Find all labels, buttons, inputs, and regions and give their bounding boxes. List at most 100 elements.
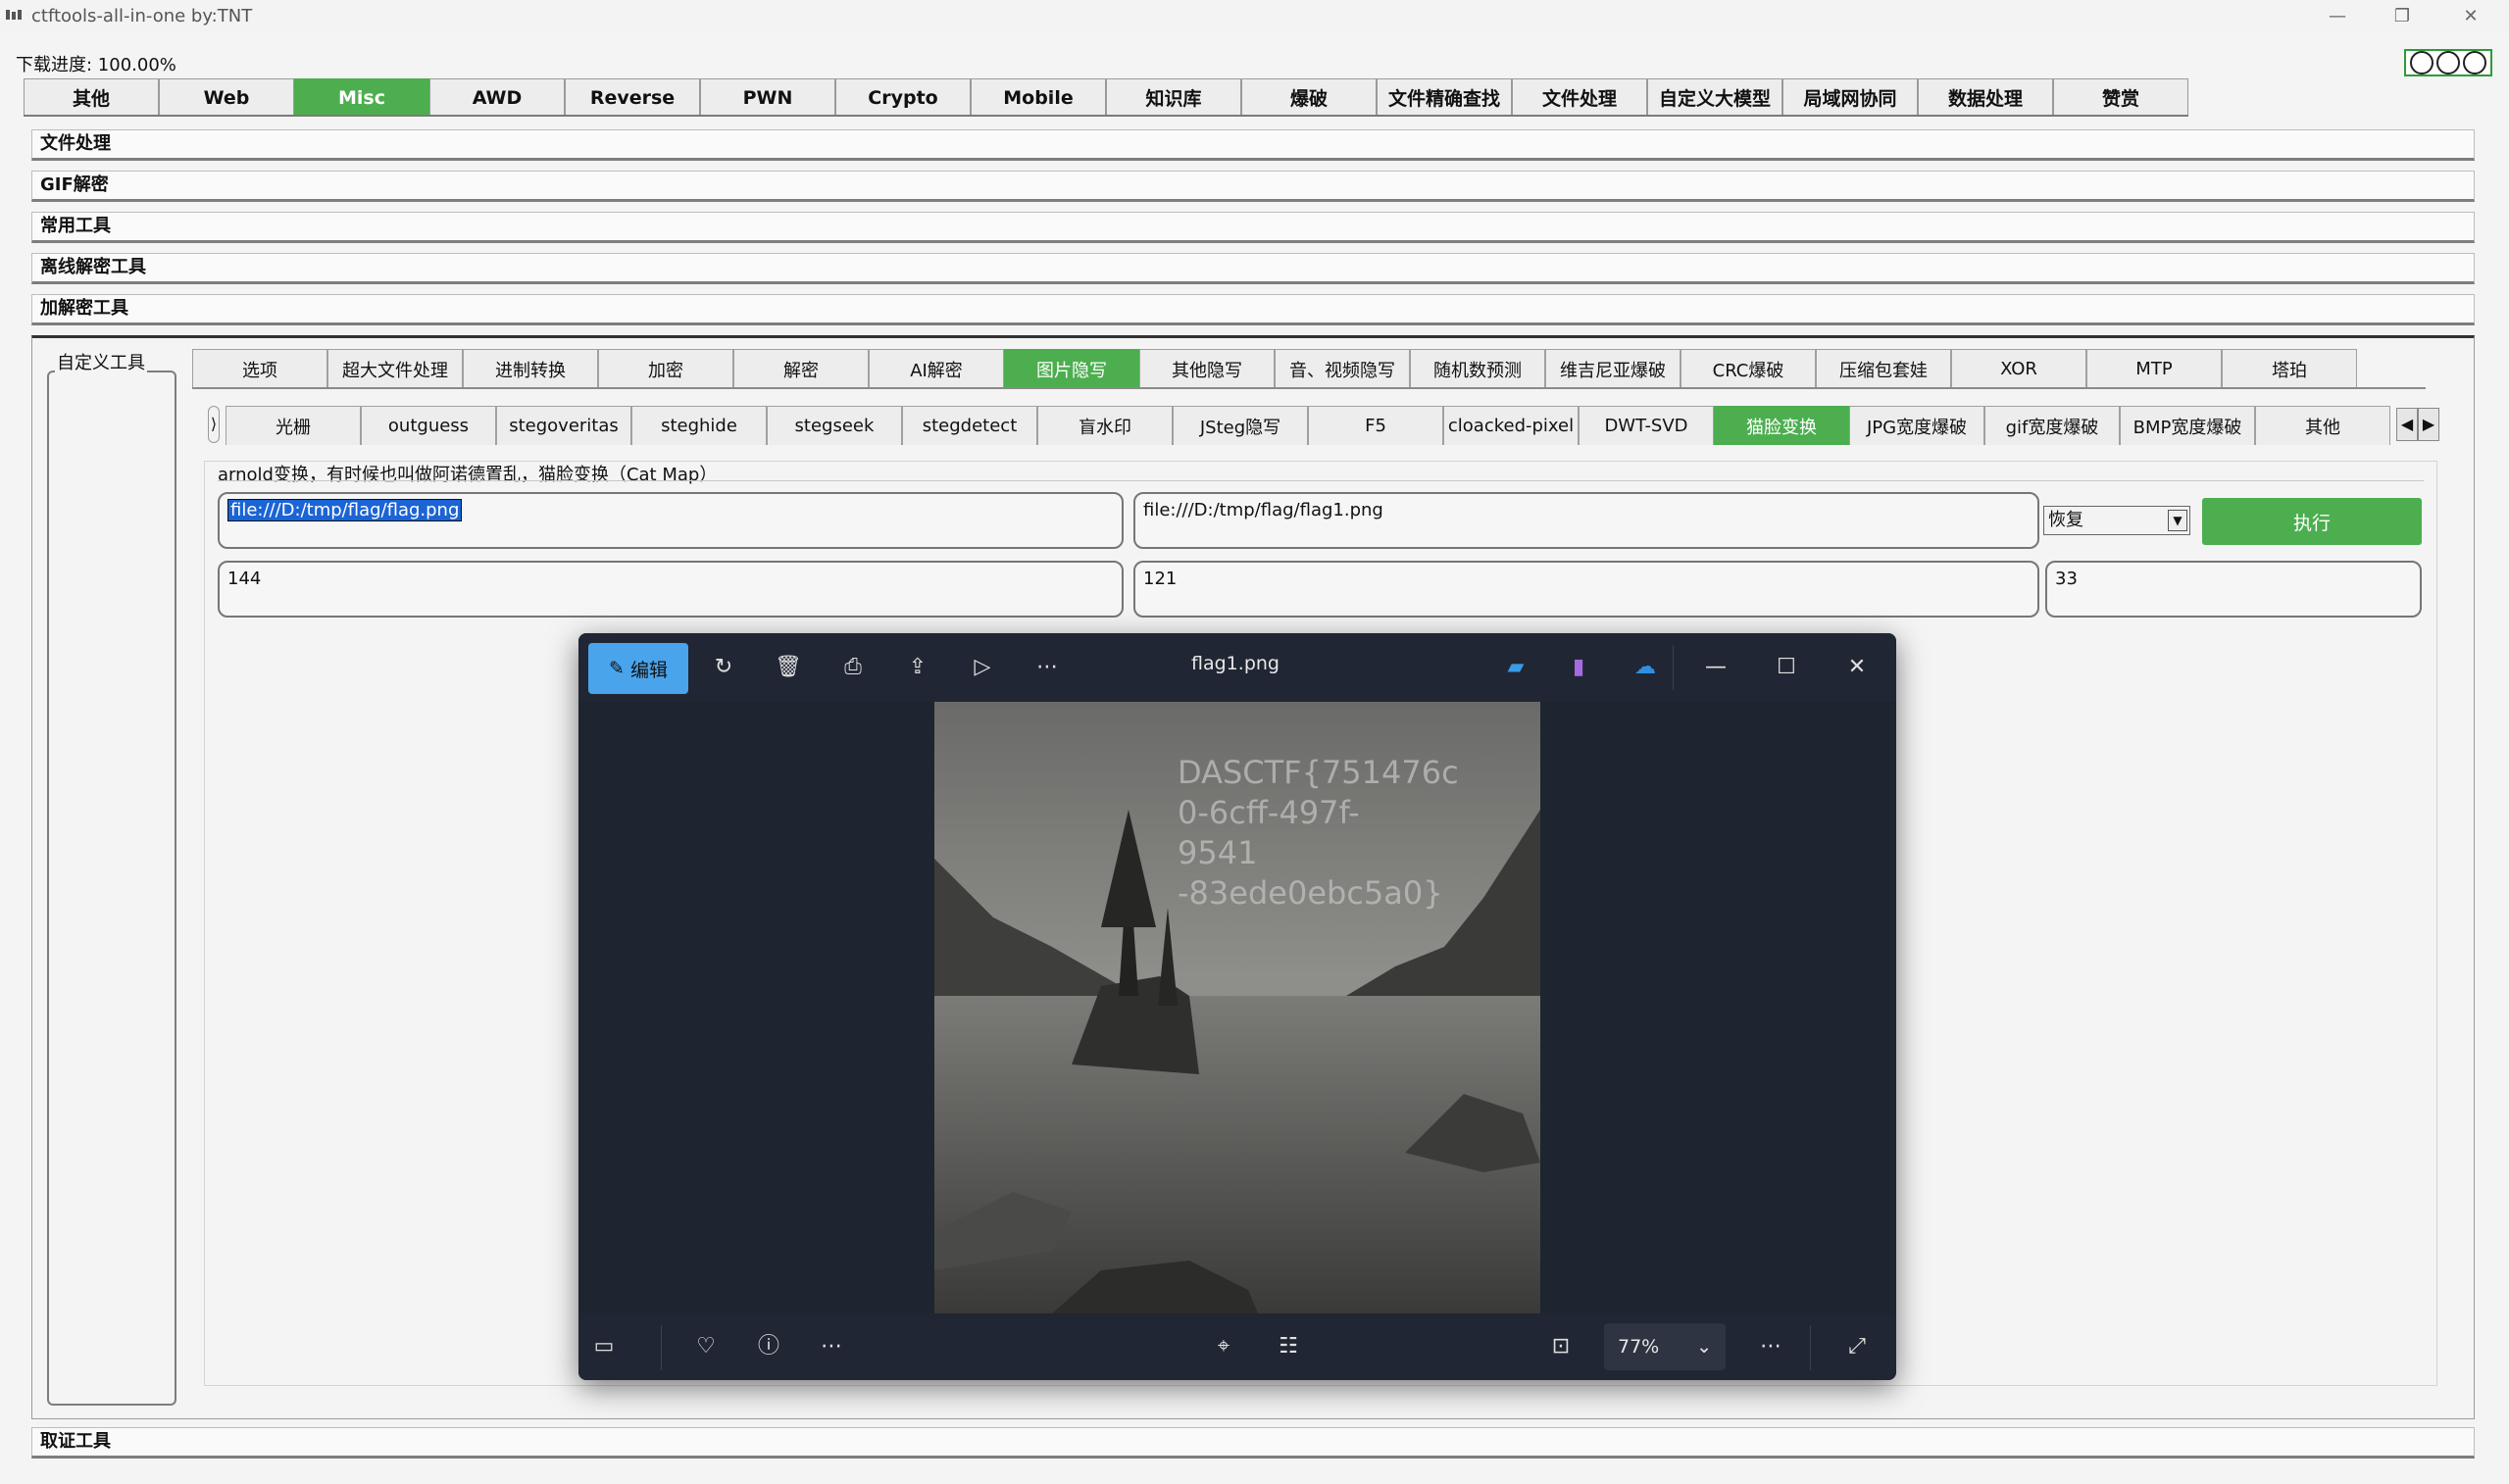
edit-icon: ✎	[609, 658, 625, 679]
visual-search-icon[interactable]: ⌖	[1206, 1329, 1241, 1364]
close-icon[interactable]: ✕	[1839, 650, 1875, 685]
stego-tab-8[interactable]: F5	[1308, 406, 1443, 445]
main-tab-8[interactable]: 知识库	[1106, 78, 1241, 116]
clipchamp-icon[interactable]: ▮	[1561, 650, 1596, 685]
restore-button[interactable]: ❐	[2373, 2, 2432, 31]
scroll-right-icon[interactable]: ▶	[2418, 408, 2439, 441]
main-tab-0[interactable]: 其他	[24, 78, 159, 116]
main-tab-13[interactable]: 局域网协同	[1782, 78, 1918, 116]
photos-app-icon[interactable]: ▰	[1498, 650, 1533, 685]
mode-select[interactable]: 恢复 ▼	[2043, 506, 2190, 535]
info-icon[interactable]: ⓘ	[751, 1329, 786, 1364]
main-tab-5[interactable]: PWN	[700, 78, 835, 116]
more-icon[interactable]: ⋯	[1753, 1329, 1788, 1364]
minimize-button[interactable]: —	[2308, 2, 2367, 31]
sub-tab-10[interactable]: 维吉尼亚爆破	[1545, 349, 1681, 388]
stego-tab-2[interactable]: stegoveritas	[496, 406, 631, 445]
stego-tab-1[interactable]: outguess	[361, 406, 496, 445]
filmstrip-icon[interactable]: ▭	[586, 1329, 622, 1364]
maximize-icon[interactable]: ☐	[1769, 650, 1804, 685]
param-a-field[interactable]: 144	[218, 561, 1124, 618]
main-tab-3[interactable]: AWD	[429, 78, 565, 116]
onedrive-icon[interactable]: ☁	[1628, 650, 1663, 685]
stego-tab-5[interactable]: stegdetect	[902, 406, 1037, 445]
minimize-icon[interactable]: —	[1698, 650, 1733, 685]
close-button[interactable]: ✕	[2441, 2, 2500, 31]
window-title: ctftools-all-in-one by:TNT	[31, 6, 253, 26]
share-icon[interactable]: ⇪	[900, 650, 935, 685]
param-n-value: 33	[2055, 569, 2078, 589]
sub-tab-0[interactable]: 选项	[192, 349, 327, 388]
fullscreen-icon[interactable]: ⤢	[1839, 1329, 1875, 1364]
section-offline-decrypt[interactable]: 离线解密工具	[31, 253, 2475, 284]
sub-tab-9[interactable]: 随机数预测	[1410, 349, 1545, 388]
stego-tab-9[interactable]: cloacked-pixel	[1443, 406, 1579, 445]
stego-tab-11[interactable]: 猫脸变换	[1714, 406, 1849, 445]
output-path-field[interactable]: file:///D:/tmp/flag/flag1.png	[1133, 492, 2039, 549]
main-tab-1[interactable]: Web	[159, 78, 294, 116]
stego-tab-13[interactable]: gif宽度爆破	[1984, 406, 2120, 445]
stego-tab-15[interactable]: 其他	[2255, 406, 2390, 445]
sub-tab-3[interactable]: 加密	[598, 349, 733, 388]
tab-scroll-handle[interactable]: ⟩	[208, 406, 220, 443]
stego-tab-10[interactable]: DWT-SVD	[1579, 406, 1714, 445]
main-tab-15[interactable]: 赞赏	[2053, 78, 2188, 116]
more-icon[interactable]: ⋯	[814, 1329, 849, 1364]
sub-tab-2[interactable]: 进制转换	[463, 349, 598, 388]
sub-tab-12[interactable]: 压缩包套娃	[1816, 349, 1951, 388]
main-tab-2[interactable]: Misc	[294, 78, 429, 116]
scroll-left-icon[interactable]: ◀	[2396, 408, 2418, 441]
sub-tab-divider	[192, 387, 2426, 389]
stego-tab-3[interactable]: steghide	[631, 406, 767, 445]
favorite-icon[interactable]: ♡	[688, 1329, 724, 1364]
input-path-field[interactable]: file:///D:/tmp/flag/flag.png	[218, 492, 1124, 549]
main-tab-4[interactable]: Reverse	[565, 78, 700, 116]
sub-tab-4[interactable]: 解密	[733, 349, 869, 388]
sub-tab-6[interactable]: 图片隐写	[1004, 349, 1139, 388]
section-forensics-tools[interactable]: 取证工具	[31, 1427, 2475, 1459]
zoom-value: 77%	[1618, 1336, 1660, 1358]
rotate-icon[interactable]: ↻	[706, 650, 741, 685]
stego-tab-4[interactable]: stegseek	[767, 406, 902, 445]
sub-tab-14[interactable]: MTP	[2086, 349, 2222, 388]
sub-tab-13[interactable]: XOR	[1951, 349, 2086, 388]
more-icon[interactable]: ⋯	[1029, 650, 1065, 685]
stego-tab-14[interactable]: BMP宽度爆破	[2120, 406, 2255, 445]
sub-tab-1[interactable]: 超大文件处理	[327, 349, 463, 388]
main-tab-14[interactable]: 数据处理	[1918, 78, 2053, 116]
sub-tab-11[interactable]: CRC爆破	[1681, 349, 1816, 388]
section-file-processing[interactable]: 文件处理	[31, 129, 2475, 161]
main-tab-12[interactable]: 自定义大模型	[1647, 78, 1782, 116]
param-b-field[interactable]: 121	[1133, 561, 2039, 618]
section-gif-decrypt[interactable]: GIF解密	[31, 171, 2475, 202]
stego-tab-6[interactable]: 盲水印	[1037, 406, 1173, 445]
sub-tab-5[interactable]: AI解密	[869, 349, 1004, 388]
main-tab-11[interactable]: 文件处理	[1512, 78, 1647, 116]
execute-button[interactable]: 执行	[2202, 498, 2422, 545]
circle-icon	[2435, 51, 2460, 74]
stego-tab-0[interactable]: 光栅	[226, 406, 361, 445]
edit-button[interactable]: ✎ 编辑	[588, 643, 688, 694]
section-crypto-tools[interactable]: 加解密工具	[31, 294, 2475, 325]
text-scan-icon[interactable]: ☷	[1271, 1329, 1306, 1364]
main-tab-7[interactable]: Mobile	[971, 78, 1106, 116]
zoom-select[interactable]: 77% ⌄	[1604, 1323, 1726, 1370]
stego-tab-12[interactable]: JPG宽度爆破	[1849, 406, 1984, 445]
slideshow-icon[interactable]: ▷	[965, 650, 1000, 685]
main-tab-9[interactable]: 爆破	[1241, 78, 1377, 116]
param-n-field[interactable]: 33	[2045, 561, 2422, 618]
main-tab-10[interactable]: 文件精确查找	[1377, 78, 1512, 116]
edit-label: 编辑	[629, 659, 668, 681]
toolbar-separator	[1673, 645, 1674, 690]
print-icon[interactable]: ⎙	[835, 650, 871, 685]
actual-size-icon[interactable]: ⊡	[1543, 1329, 1579, 1364]
main-tab-6[interactable]: Crypto	[835, 78, 971, 116]
sub-tab-7[interactable]: 其他隐写	[1139, 349, 1275, 388]
status-circles[interactable]	[2404, 49, 2492, 76]
custom-tools-panel	[47, 371, 176, 1406]
sub-tab-15[interactable]: 塔珀	[2222, 349, 2357, 388]
sub-tab-8[interactable]: 音、视频隐写	[1275, 349, 1410, 388]
section-common-tools[interactable]: 常用工具	[31, 212, 2475, 243]
stego-tab-7[interactable]: JSteg隐写	[1173, 406, 1308, 445]
delete-icon[interactable]: 🗑	[771, 650, 806, 685]
